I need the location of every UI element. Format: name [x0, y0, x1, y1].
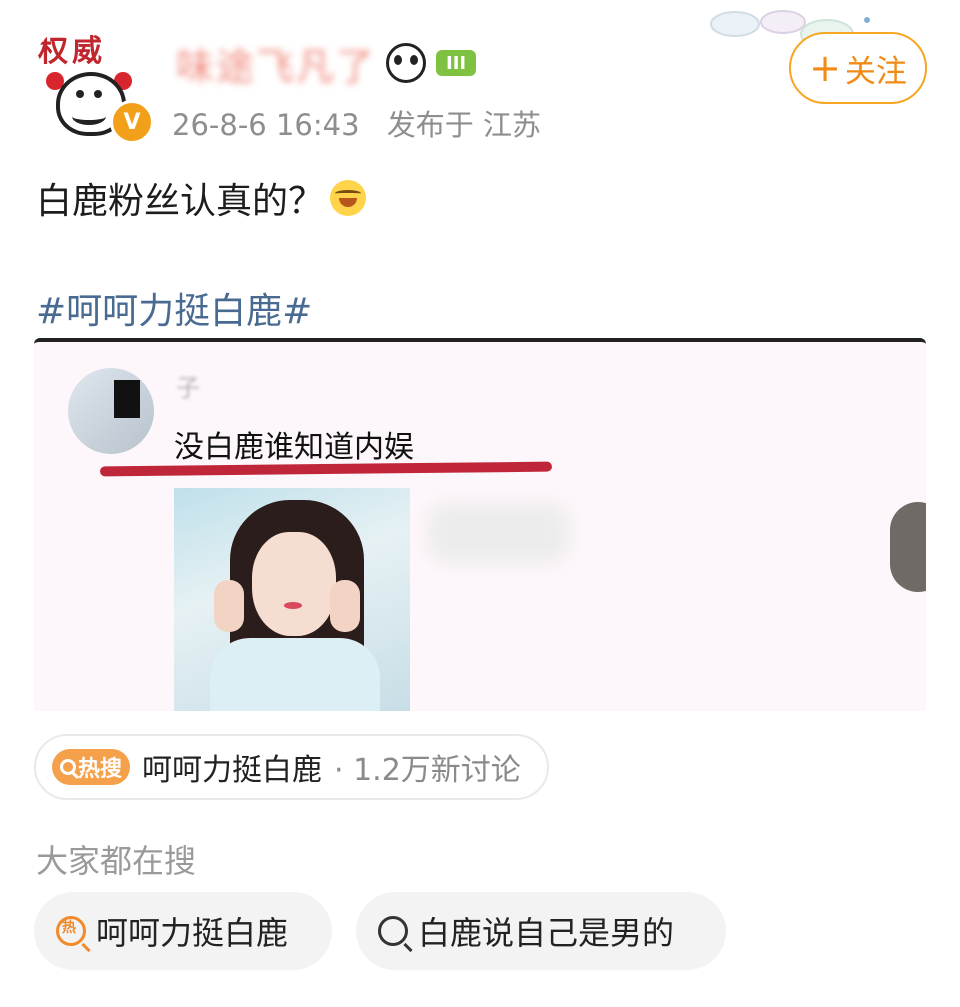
- related-searches-title: 大家都在搜: [36, 842, 197, 880]
- embedded-photo: [174, 488, 410, 711]
- post-text-content: 白鹿粉丝认真的？: [36, 181, 325, 222]
- photo-hand-right: [330, 580, 360, 632]
- photo-lips: [284, 602, 302, 609]
- embedded-comment-text: 没白鹿谁知道内娱: [174, 430, 414, 465]
- avatar-eye-left: [76, 90, 84, 98]
- embedded-commenter-name: 子: [176, 374, 200, 402]
- related-search-label: 呵呵力挺白鹿: [96, 914, 289, 952]
- follow-label: 关注: [844, 53, 907, 90]
- related-search-label: 白鹿说自己是男的: [418, 914, 675, 952]
- avatar-seal-text: 权威: [38, 34, 106, 69]
- verified-badge-icon: V: [110, 100, 154, 144]
- author-avatar[interactable]: 权威 V: [28, 20, 154, 144]
- post-meta: 26-8-6 16:43 发布于 江苏: [172, 102, 559, 144]
- hot-badge-label: 热搜: [78, 757, 123, 782]
- post-location: 发布于 江苏: [386, 108, 541, 142]
- hashtag-link[interactable]: #呵呵力挺白鹿#: [36, 282, 312, 334]
- photo-hand-left: [214, 580, 244, 632]
- avatar-eye-right: [94, 90, 102, 98]
- search-icon: [60, 759, 76, 775]
- photo-body: [210, 638, 380, 711]
- level-badge: III: [436, 50, 477, 76]
- follow-button[interactable]: + 关注: [789, 32, 927, 104]
- hot-search-chip[interactable]: 热搜 呵呵力挺白鹿 · 1.2万新讨论: [34, 734, 549, 800]
- avatar-mouth: [72, 108, 106, 125]
- plus-icon: +: [809, 46, 841, 90]
- hot-search-badge: 热搜: [52, 749, 131, 785]
- photo-face: [252, 532, 336, 636]
- hot-search-title: 呵呵力挺白鹿: [142, 753, 323, 788]
- blurred-watermark: [428, 504, 568, 562]
- post-image[interactable]: 子 没白鹿谁知道内娱: [34, 338, 926, 711]
- search-icon: [378, 916, 408, 946]
- post-text: 白鹿粉丝认真的？: [36, 172, 367, 224]
- post-timestamp: 26-8-6 16:43: [172, 108, 360, 142]
- panda-badge-icon: [386, 43, 427, 83]
- author-name-row[interactable]: 味途飞凡了 III: [176, 40, 477, 89]
- author-name[interactable]: 味途飞凡了: [176, 36, 376, 91]
- embedded-commenter-avatar: [68, 368, 154, 454]
- hot-icon-label: 热: [62, 920, 76, 936]
- red-underline-mark: [99, 461, 553, 477]
- hot-search-count: · 1.2万新讨论: [334, 753, 521, 788]
- hot-search-icon: 热: [56, 916, 86, 946]
- related-search-chip[interactable]: 热 呵呵力挺白鹿: [34, 892, 332, 970]
- laugh-cry-emoji-icon: [330, 180, 367, 216]
- related-search-chip[interactable]: 白鹿说自己是男的: [356, 892, 726, 970]
- cropped-avatar-edge: [890, 502, 926, 592]
